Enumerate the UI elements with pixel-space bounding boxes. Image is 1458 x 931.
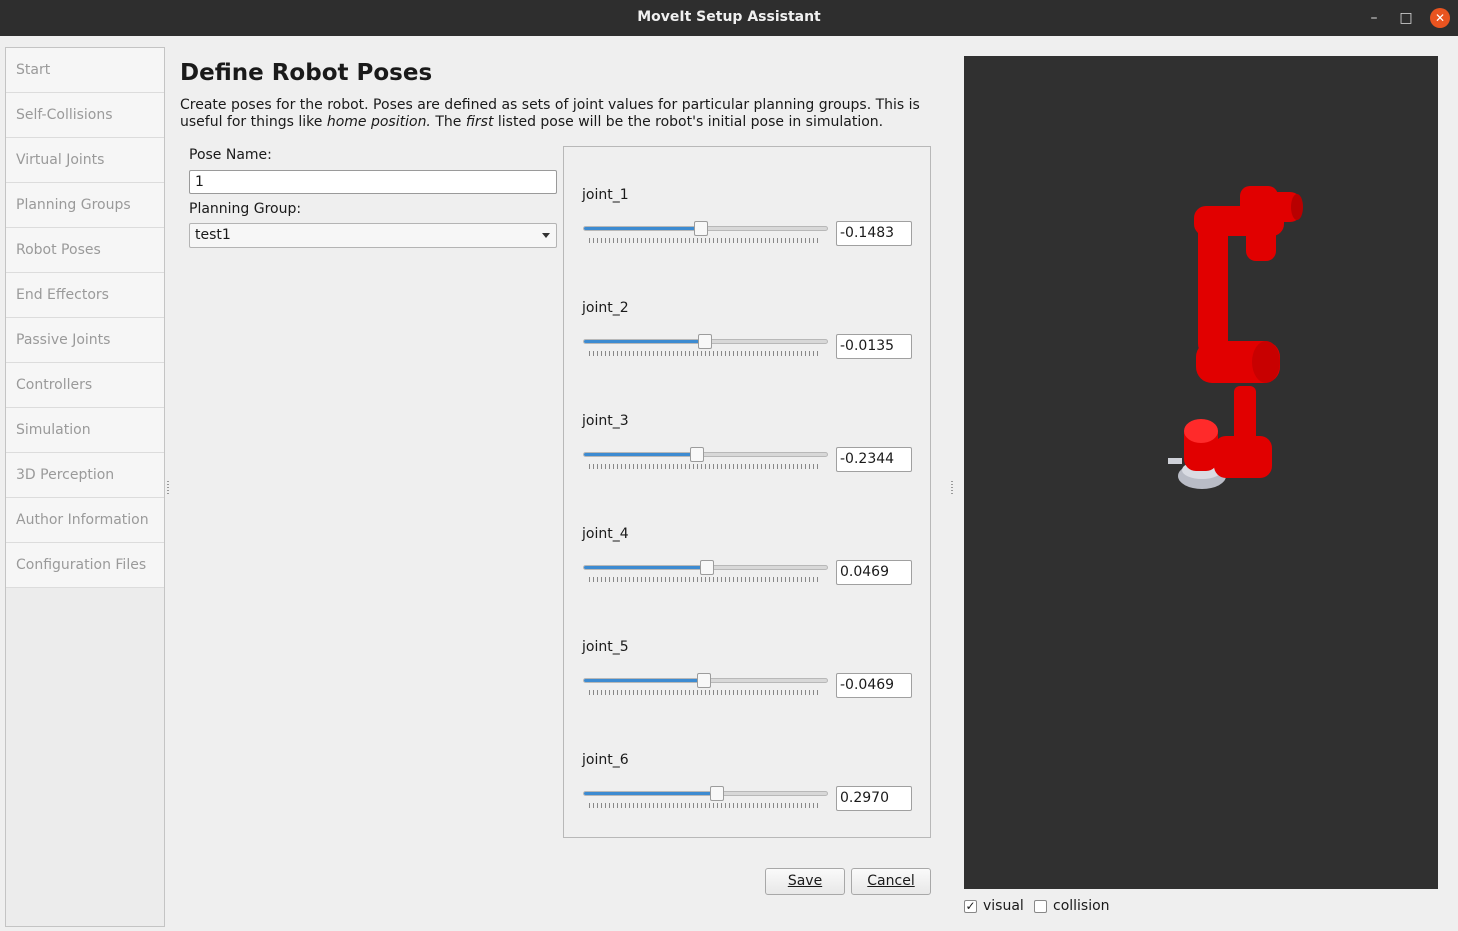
minimize-icon[interactable]: – — [1364, 8, 1384, 28]
joint-slider[interactable] — [583, 334, 828, 349]
sidebar-item-end-effectors[interactable]: End Effectors — [6, 273, 164, 318]
joint-value-input[interactable]: 0.2970 — [836, 786, 912, 811]
visual-label: visual — [983, 898, 1024, 914]
joint-sliders-panel: joint_1 -0.1483 joint_2 -0.0135 joint_3 … — [563, 146, 931, 838]
slider-fill — [584, 566, 707, 569]
slider-fill — [584, 227, 701, 230]
description-text: listed pose will be the robot's initial … — [493, 114, 884, 130]
slider-handle[interactable] — [697, 673, 712, 688]
planning-group-value: test1 — [195, 227, 231, 243]
joint-row: joint_6 0.2970 — [582, 752, 922, 832]
joint-label: joint_1 — [582, 187, 629, 203]
slider-fill — [584, 792, 718, 795]
joint-label: joint_4 — [582, 526, 629, 542]
slider-handle[interactable] — [689, 447, 704, 462]
pose-name-input[interactable]: 1 — [189, 170, 557, 194]
planning-group-label: Planning Group: — [189, 201, 302, 217]
sidebar-item-planning-groups[interactable]: Planning Groups — [6, 183, 164, 228]
joint-slider[interactable] — [583, 673, 828, 688]
slider-fill — [584, 679, 705, 682]
sidebar-item-passive-joints[interactable]: Passive Joints — [6, 318, 164, 363]
sidebar-item-author-information[interactable]: Author Information — [6, 498, 164, 543]
cancel-button[interactable]: Cancel — [851, 868, 931, 895]
planning-group-select[interactable]: test1 — [189, 223, 557, 248]
joint-slider[interactable] — [583, 786, 828, 801]
description-emphasis: first — [465, 114, 494, 130]
maximize-icon[interactable]: □ — [1396, 8, 1416, 28]
slider-ticks — [589, 351, 821, 356]
slider-handle[interactable] — [699, 560, 714, 575]
slider-ticks — [589, 464, 821, 469]
slider-handle[interactable] — [710, 786, 725, 801]
joint-value-input[interactable]: -0.0135 — [836, 334, 912, 359]
joint-value-input[interactable]: 0.0469 — [836, 560, 912, 585]
pose-name-label: Pose Name: — [189, 147, 272, 163]
slider-handle[interactable] — [698, 334, 712, 349]
joint-value-input[interactable]: -0.2344 — [836, 447, 912, 472]
slider-fill — [584, 453, 697, 456]
collision-label: collision — [1053, 898, 1110, 914]
description-text: The — [430, 114, 466, 130]
joint-row: joint_5 -0.0469 — [582, 639, 922, 719]
joint-slider[interactable] — [583, 221, 828, 236]
joint-row: joint_4 0.0469 — [582, 526, 922, 606]
slider-ticks — [589, 577, 821, 582]
splitter-handle-right[interactable] — [951, 481, 953, 495]
joint-value-input[interactable]: -0.1483 — [836, 221, 912, 246]
sidebar-item-self-collisions[interactable]: Self-Collisions — [6, 93, 164, 138]
page-title: Define Robot Poses — [180, 60, 433, 86]
joint-row: joint_2 -0.0135 — [582, 300, 922, 380]
joint-slider[interactable] — [583, 560, 828, 575]
sidebar-item-configuration-files[interactable]: Configuration Files — [6, 543, 164, 588]
visual-checkbox[interactable]: ✓ — [964, 900, 977, 913]
joint-row: joint_1 -0.1483 — [582, 187, 922, 267]
collision-checkbox[interactable] — [1034, 900, 1047, 913]
robot-arm-model — [1168, 186, 1303, 489]
joint-label: joint_3 — [582, 413, 629, 429]
joint-slider[interactable] — [583, 447, 828, 462]
slider-ticks — [589, 803, 821, 808]
sidebar-item-controllers[interactable]: Controllers — [6, 363, 164, 408]
slider-ticks — [589, 690, 821, 695]
sidebar-item-3d-perception[interactable]: 3D Perception — [6, 453, 164, 498]
title-bar: MoveIt Setup Assistant – □ ✕ — [0, 0, 1458, 36]
splitter-handle-left[interactable] — [167, 481, 169, 495]
save-button[interactable]: Save — [765, 868, 845, 895]
sidebar-item-virtual-joints[interactable]: Virtual Joints — [6, 138, 164, 183]
sidebar-item-simulation[interactable]: Simulation — [6, 408, 164, 453]
joint-label: joint_6 — [582, 752, 629, 768]
chevron-down-icon — [542, 233, 550, 238]
description-emphasis: home position. — [326, 114, 431, 130]
robot-3d-viewer[interactable] — [964, 56, 1438, 889]
slider-fill — [584, 340, 705, 343]
joint-label: joint_5 — [582, 639, 629, 655]
joint-label: joint_2 — [582, 300, 629, 316]
page-description: Create poses for the robot. Poses are de… — [180, 97, 950, 131]
sidebar-item-start[interactable]: Start — [6, 48, 164, 93]
slider-handle[interactable] — [693, 221, 708, 236]
joint-value-input[interactable]: -0.0469 — [836, 673, 912, 698]
sidebar-item-robot-poses[interactable]: Robot Poses — [6, 228, 164, 273]
joint-row: joint_3 -0.2344 — [582, 413, 922, 493]
slider-ticks — [589, 238, 821, 243]
sidebar-nav: Start Self-Collisions Virtual Joints Pla… — [5, 47, 165, 927]
close-icon[interactable]: ✕ — [1430, 8, 1450, 28]
window-title: MoveIt Setup Assistant — [637, 9, 821, 25]
